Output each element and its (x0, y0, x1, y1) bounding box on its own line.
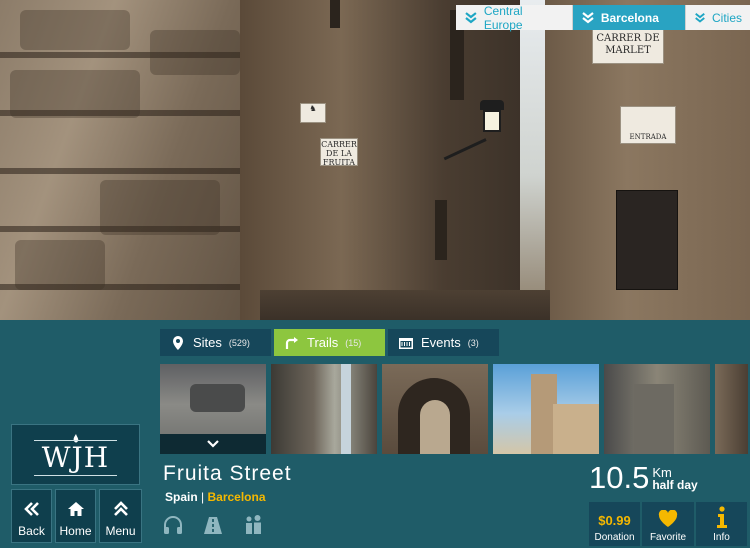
thumbnail-church-tower[interactable] (493, 364, 599, 454)
breadcrumb-central-europe[interactable]: Central Europe (456, 3, 573, 32)
nav-label: Back (18, 524, 45, 538)
breadcrumb-cities[interactable]: Cities (686, 5, 750, 30)
tab-count: (15) (345, 337, 362, 348)
thumbnail-narrow-street[interactable] (271, 364, 377, 454)
breadcrumb-label: Cities (711, 10, 742, 25)
trail-location: Spain | Barcelona (165, 490, 266, 504)
action-label: Info (713, 532, 730, 543)
street-sign-horse: ♞ (300, 103, 326, 123)
action-buttons: $0.99 Donation Favorite Info (589, 502, 747, 546)
tab-count: (529) (228, 337, 250, 348)
donation-button[interactable]: $0.99 Donation (589, 502, 640, 546)
donation-price: $0.99 (598, 513, 631, 528)
tab-sites[interactable]: Sites (529) (160, 329, 271, 356)
favorite-button[interactable]: Favorite (642, 502, 694, 546)
nav-label: Home (59, 524, 92, 538)
logo-text: WJH (33, 439, 118, 476)
menu-button[interactable]: Menu (99, 489, 142, 543)
double-chevron-left-icon (23, 502, 39, 516)
tab-events[interactable]: Events (3) (388, 329, 499, 356)
thumbnail-street-corner[interactable] (604, 364, 710, 454)
double-chevron-down-icon (582, 11, 594, 23)
double-chevron-down-icon (465, 11, 477, 23)
tab-label: Trails (307, 335, 339, 350)
stone-wall (0, 0, 270, 320)
home-icon (67, 502, 84, 516)
info-button[interactable]: Info (696, 502, 747, 546)
action-label: Donation (594, 532, 635, 543)
hero-photo: CARRER DE LA FRUITA ♞ CARRER DE MARLET E… (0, 0, 750, 320)
trail-duration: half day (652, 478, 698, 492)
map-pin-icon (173, 335, 183, 350)
location-separator: | (201, 490, 205, 504)
street-floor (260, 290, 550, 320)
trail-city-link[interactable]: Barcelona (207, 490, 265, 504)
action-label: Favorite (649, 532, 687, 543)
thumbnail-partial[interactable] (715, 364, 748, 454)
tab-label: Events (421, 335, 461, 350)
tab-trails[interactable]: Trails (15) (274, 329, 385, 356)
street-lamp (443, 100, 504, 161)
home-button[interactable]: Home (55, 489, 96, 543)
double-chevron-up-icon (113, 501, 128, 516)
trail-features (162, 514, 264, 536)
breadcrumb-barcelona[interactable]: Barcelona (572, 5, 686, 30)
street-sign-fruita: CARRER DE LA FRUITA (320, 138, 358, 167)
trail-distance: 10.5 Km half day (589, 462, 698, 494)
breadcrumb: Central Europe Barcelona Cities (456, 3, 750, 32)
double-chevron-down-icon (695, 12, 705, 23)
bottom-nav: Back Home Menu (11, 489, 142, 543)
trail-arrow-icon (285, 336, 298, 349)
wjh-logo[interactable]: WJH (11, 424, 140, 485)
expand-thumbnail[interactable] (160, 434, 266, 454)
distance-value: 10.5 (589, 460, 650, 495)
street-sign-marlet: CARRER DE MARLET (592, 28, 664, 64)
sky-gap (520, 0, 545, 320)
trail-country: Spain (165, 490, 198, 504)
tab-count: (3) (467, 337, 479, 348)
street-sign-entrada: ENTRADA (620, 106, 676, 144)
tab-label: Sites (193, 335, 222, 350)
headphones-icon (164, 516, 182, 534)
trail-thumbnails (160, 364, 748, 454)
info-icon (716, 506, 727, 528)
category-tabs: Sites (529) Trails (15) Events (3) (160, 329, 499, 356)
chevron-down-icon (207, 440, 219, 448)
nav-label: Menu (105, 524, 136, 538)
thumbnail-stone-relief[interactable] (160, 364, 266, 454)
thumbnail-stone-arch[interactable] (382, 364, 488, 454)
breadcrumb-label: Barcelona (600, 10, 659, 25)
trail-title: Fruita Street (163, 462, 292, 485)
heart-icon (658, 510, 678, 527)
people-icon (246, 515, 261, 534)
breadcrumb-label: Central Europe (483, 3, 523, 32)
alley-building (240, 0, 530, 320)
calendar-icon (399, 337, 413, 349)
road-icon (204, 517, 222, 534)
back-button[interactable]: Back (11, 489, 52, 543)
wall-plaque (616, 190, 678, 290)
